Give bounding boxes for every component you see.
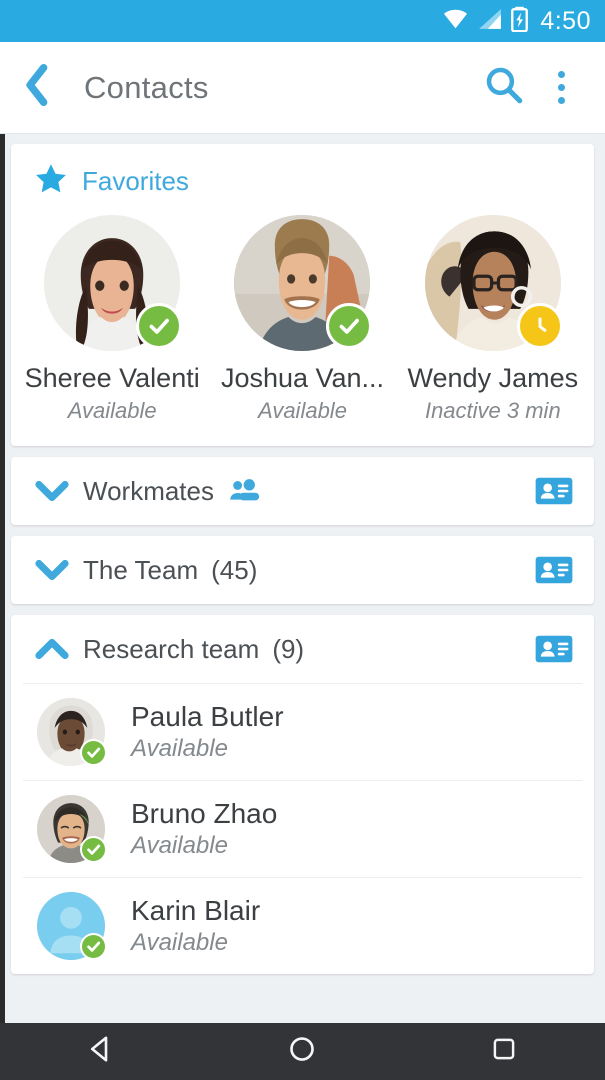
avatar xyxy=(37,892,107,960)
list-item[interactable]: Karin Blair Available xyxy=(11,878,594,974)
group-header-the-team[interactable]: The Team (45) xyxy=(11,536,594,604)
group-card-workmates: Workmates xyxy=(11,457,594,525)
nav-back-icon xyxy=(86,1034,116,1069)
group-title: The Team xyxy=(83,554,199,585)
presence-badge-available xyxy=(80,836,107,863)
favorite-status: Available xyxy=(67,398,157,423)
presence-badge-available xyxy=(80,739,107,766)
contacts-scroll-area[interactable]: Favorites Sheree Valenti Available Joshu… xyxy=(0,134,605,1023)
favorite-status: Inactive 3 min xyxy=(424,398,561,423)
contact-text: Karin Blair Available xyxy=(131,895,260,957)
back-chevron-icon xyxy=(22,64,48,111)
avatar xyxy=(37,795,107,863)
avatar xyxy=(234,215,373,351)
nav-home-icon xyxy=(287,1034,317,1069)
search-icon xyxy=(484,65,524,110)
contact-card-icon[interactable] xyxy=(532,475,576,507)
favorite-status: Available xyxy=(258,398,347,423)
wifi-icon xyxy=(442,8,469,35)
people-icon xyxy=(229,478,261,504)
contact-name: Paula Butler xyxy=(131,701,284,732)
contact-card-icon[interactable] xyxy=(532,554,576,586)
favorite-name: Sheree Valenti xyxy=(24,363,200,393)
group-count: (45) xyxy=(211,554,258,585)
list-item[interactable]: Bruno Zhao Available xyxy=(11,781,594,877)
overflow-menu-button[interactable] xyxy=(534,71,583,104)
chevron-down-icon xyxy=(35,559,75,581)
group-card-the-team: The Team (45) xyxy=(11,536,594,604)
android-nav-bar xyxy=(0,1023,605,1080)
chevron-down-icon xyxy=(35,480,75,502)
favorites-label: Favorites xyxy=(82,166,189,196)
app-bar: Contacts xyxy=(0,42,605,134)
contact-status: Available xyxy=(131,735,228,762)
favorites-header: Favorites xyxy=(11,144,594,201)
contact-name: Bruno Zhao xyxy=(131,798,278,829)
avatar xyxy=(44,215,183,351)
group-title: Research team xyxy=(83,633,260,664)
group-header-workmates[interactable]: Workmates xyxy=(11,457,594,525)
star-icon xyxy=(34,162,68,201)
contact-text: Paula Butler Available xyxy=(131,701,284,763)
nav-recents-icon xyxy=(490,1035,518,1068)
presence-badge-available xyxy=(80,933,107,960)
contact-text: Bruno Zhao Available xyxy=(131,798,277,860)
cell-signal-icon xyxy=(478,8,502,35)
battery-charging-icon xyxy=(511,6,529,37)
contact-name: Karin Blair xyxy=(131,895,261,926)
back-button[interactable] xyxy=(22,64,68,111)
chevron-up-icon xyxy=(35,638,75,660)
contact-card-icon[interactable] xyxy=(532,633,576,665)
favorite-contact[interactable]: Wendy James Inactive 3 min xyxy=(398,215,588,424)
avatar xyxy=(37,698,107,766)
group-card-research-team: Research team (9) Paula Butler Available… xyxy=(11,615,594,974)
favorite-name: Wendy James xyxy=(407,363,579,393)
favorite-name: Joshua Van... xyxy=(220,363,385,393)
favorite-contact[interactable]: Sheree Valenti Available xyxy=(17,215,207,424)
presence-badge-away xyxy=(516,303,563,349)
presence-badge-available xyxy=(136,303,183,349)
favorites-row: Sheree Valenti Available Joshua Van... A… xyxy=(11,201,594,446)
page-title: Contacts xyxy=(84,69,209,105)
nav-recents-button[interactable] xyxy=(459,1023,549,1080)
nav-home-button[interactable] xyxy=(257,1023,347,1080)
search-button[interactable] xyxy=(474,65,534,110)
phone-screen: 4:50 Contacts Favorites Sheree Valenti A… xyxy=(0,0,605,1080)
favorites-card: Favorites Sheree Valenti Available Joshu… xyxy=(11,144,594,446)
contact-status: Available xyxy=(131,929,228,956)
list-item[interactable]: Paula Butler Available xyxy=(11,684,594,780)
presence-badge-available xyxy=(326,303,373,349)
screen-edge-strip xyxy=(0,134,5,1023)
group-title: Workmates xyxy=(83,475,214,506)
favorite-contact[interactable]: Joshua Van... Available xyxy=(207,215,397,424)
avatar xyxy=(424,215,563,351)
group-header-research-team[interactable]: Research team (9) xyxy=(11,615,594,683)
status-time: 4:50 xyxy=(540,6,591,35)
status-bar: 4:50 xyxy=(0,0,605,42)
group-count: (9) xyxy=(272,633,305,664)
nav-back-button[interactable] xyxy=(56,1023,146,1080)
overflow-menu-icon xyxy=(558,71,565,78)
contact-status: Available xyxy=(131,832,228,859)
